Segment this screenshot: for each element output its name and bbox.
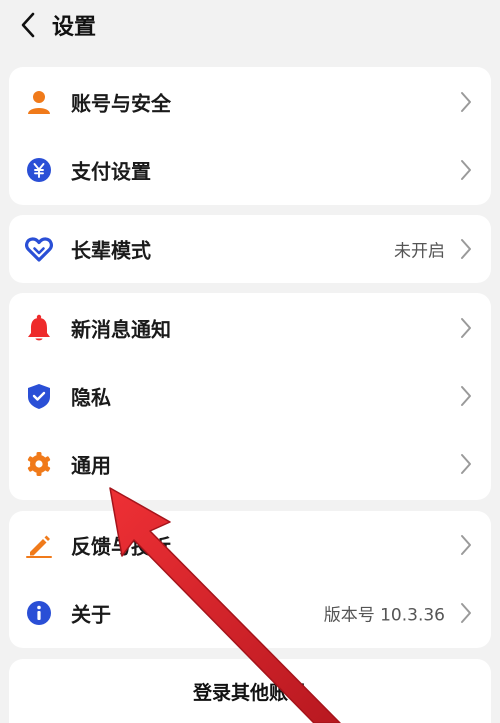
edit-icon	[25, 531, 53, 559]
chevron-right-icon	[461, 603, 471, 623]
chevron-right-icon	[461, 160, 471, 180]
chevron-right-icon	[461, 318, 471, 338]
switch-account-button[interactable]: 登录其他账号	[9, 659, 491, 723]
header: 设置	[0, 0, 500, 50]
settings-item-label: 新消息通知	[71, 317, 171, 342]
chevron-right-icon	[461, 239, 471, 259]
settings-page: 设置 账号与安全 支付设置 长辈模式 未开启 新消息通知 隐私 通用 反馈与投诉…	[0, 0, 500, 723]
settings-item-account-security[interactable]: 账号与安全	[9, 68, 491, 136]
person-icon	[25, 88, 53, 116]
settings-item-feedback[interactable]: 反馈与投诉	[9, 511, 491, 579]
back-icon	[21, 12, 35, 38]
bell-icon	[25, 314, 53, 342]
chevron-right-icon	[461, 535, 471, 555]
yuan-icon	[25, 156, 53, 184]
settings-item-label: 账号与安全	[71, 91, 171, 116]
settings-item-label: 长辈模式	[71, 238, 151, 263]
settings-group-account: 账号与安全 支付设置	[9, 67, 491, 205]
shield-icon	[25, 382, 53, 410]
settings-item-general[interactable]: 通用	[9, 430, 491, 498]
settings-group-about: 反馈与投诉 关于 版本号 10.3.36	[9, 511, 491, 648]
settings-item-value: 未开启	[394, 241, 445, 262]
settings-item-label: 支付设置	[71, 159, 151, 184]
settings-item-payment[interactable]: 支付设置	[9, 136, 491, 204]
settings-item-about[interactable]: 关于 版本号 10.3.36	[9, 579, 491, 647]
settings-item-label: 隐私	[71, 385, 111, 410]
settings-item-privacy[interactable]: 隐私	[9, 362, 491, 430]
back-button[interactable]	[6, 3, 50, 47]
chevron-right-icon	[461, 386, 471, 406]
settings-item-notifications[interactable]: 新消息通知	[9, 294, 491, 362]
heart-icon	[25, 235, 53, 263]
gear-icon	[25, 450, 53, 478]
settings-item-value: 版本号 10.3.36	[323, 605, 445, 626]
page-title: 设置	[52, 15, 97, 40]
info-icon	[25, 599, 53, 627]
settings-group-general: 新消息通知 隐私 通用	[9, 293, 491, 500]
chevron-right-icon	[461, 454, 471, 474]
switch-account-label: 登录其他账号	[192, 681, 307, 704]
settings-group-elder: 长辈模式 未开启	[9, 215, 491, 283]
settings-item-label: 反馈与投诉	[71, 534, 171, 559]
chevron-right-icon	[461, 92, 471, 112]
settings-item-label: 关于	[71, 602, 111, 627]
settings-item-elder-mode[interactable]: 长辈模式 未开启	[9, 215, 491, 283]
settings-item-label: 通用	[71, 453, 111, 478]
